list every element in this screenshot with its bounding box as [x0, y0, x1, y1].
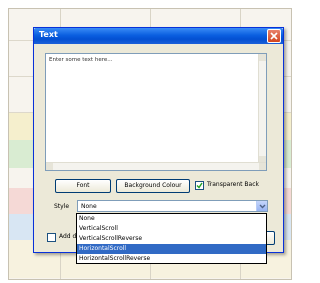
dropdown-option[interactable]: HorizontalScrollReverse: [77, 254, 266, 264]
scroll-right-arrow-icon[interactable]: [259, 163, 266, 170]
close-icon: [270, 32, 278, 40]
scroll-up-arrow-icon[interactable]: [259, 54, 266, 61]
style-dropdown-list: None VerticalScroll VerticalScrollRevers…: [76, 213, 267, 264]
horizontal-scrollbar[interactable]: [46, 162, 266, 170]
dialog-title: Text: [39, 30, 58, 39]
style-select-value: None: [81, 203, 97, 210]
text-input-area[interactable]: Enter some text here...: [45, 53, 267, 171]
transparent-back-checkbox[interactable]: [195, 181, 204, 190]
style-label: Style: [54, 203, 70, 210]
checkmark-icon: [196, 182, 203, 189]
textarea-placeholder: Enter some text here...: [49, 57, 113, 63]
background-colour-button[interactable]: Background Colour: [116, 179, 190, 193]
dropdown-option[interactable]: VerticalScrollReverse: [77, 234, 266, 244]
add-checkbox[interactable]: [47, 233, 56, 242]
close-button[interactable]: [267, 29, 281, 43]
dropdown-option[interactable]: VerticalScroll: [77, 224, 266, 234]
dropdown-option[interactable]: None: [77, 214, 266, 224]
scroll-left-arrow-icon[interactable]: [46, 163, 53, 170]
style-select[interactable]: None: [77, 200, 268, 212]
vertical-scrollbar[interactable]: [258, 54, 266, 163]
chevron-down-icon: [259, 204, 266, 209]
font-button[interactable]: Font: [55, 179, 111, 193]
transparent-back-label: Transparent Back: [207, 181, 259, 188]
dialog-titlebar[interactable]: Text: [34, 28, 283, 44]
dropdown-arrow-button[interactable]: [256, 201, 267, 211]
dropdown-option-selected[interactable]: HorizontalScroll: [77, 244, 266, 254]
